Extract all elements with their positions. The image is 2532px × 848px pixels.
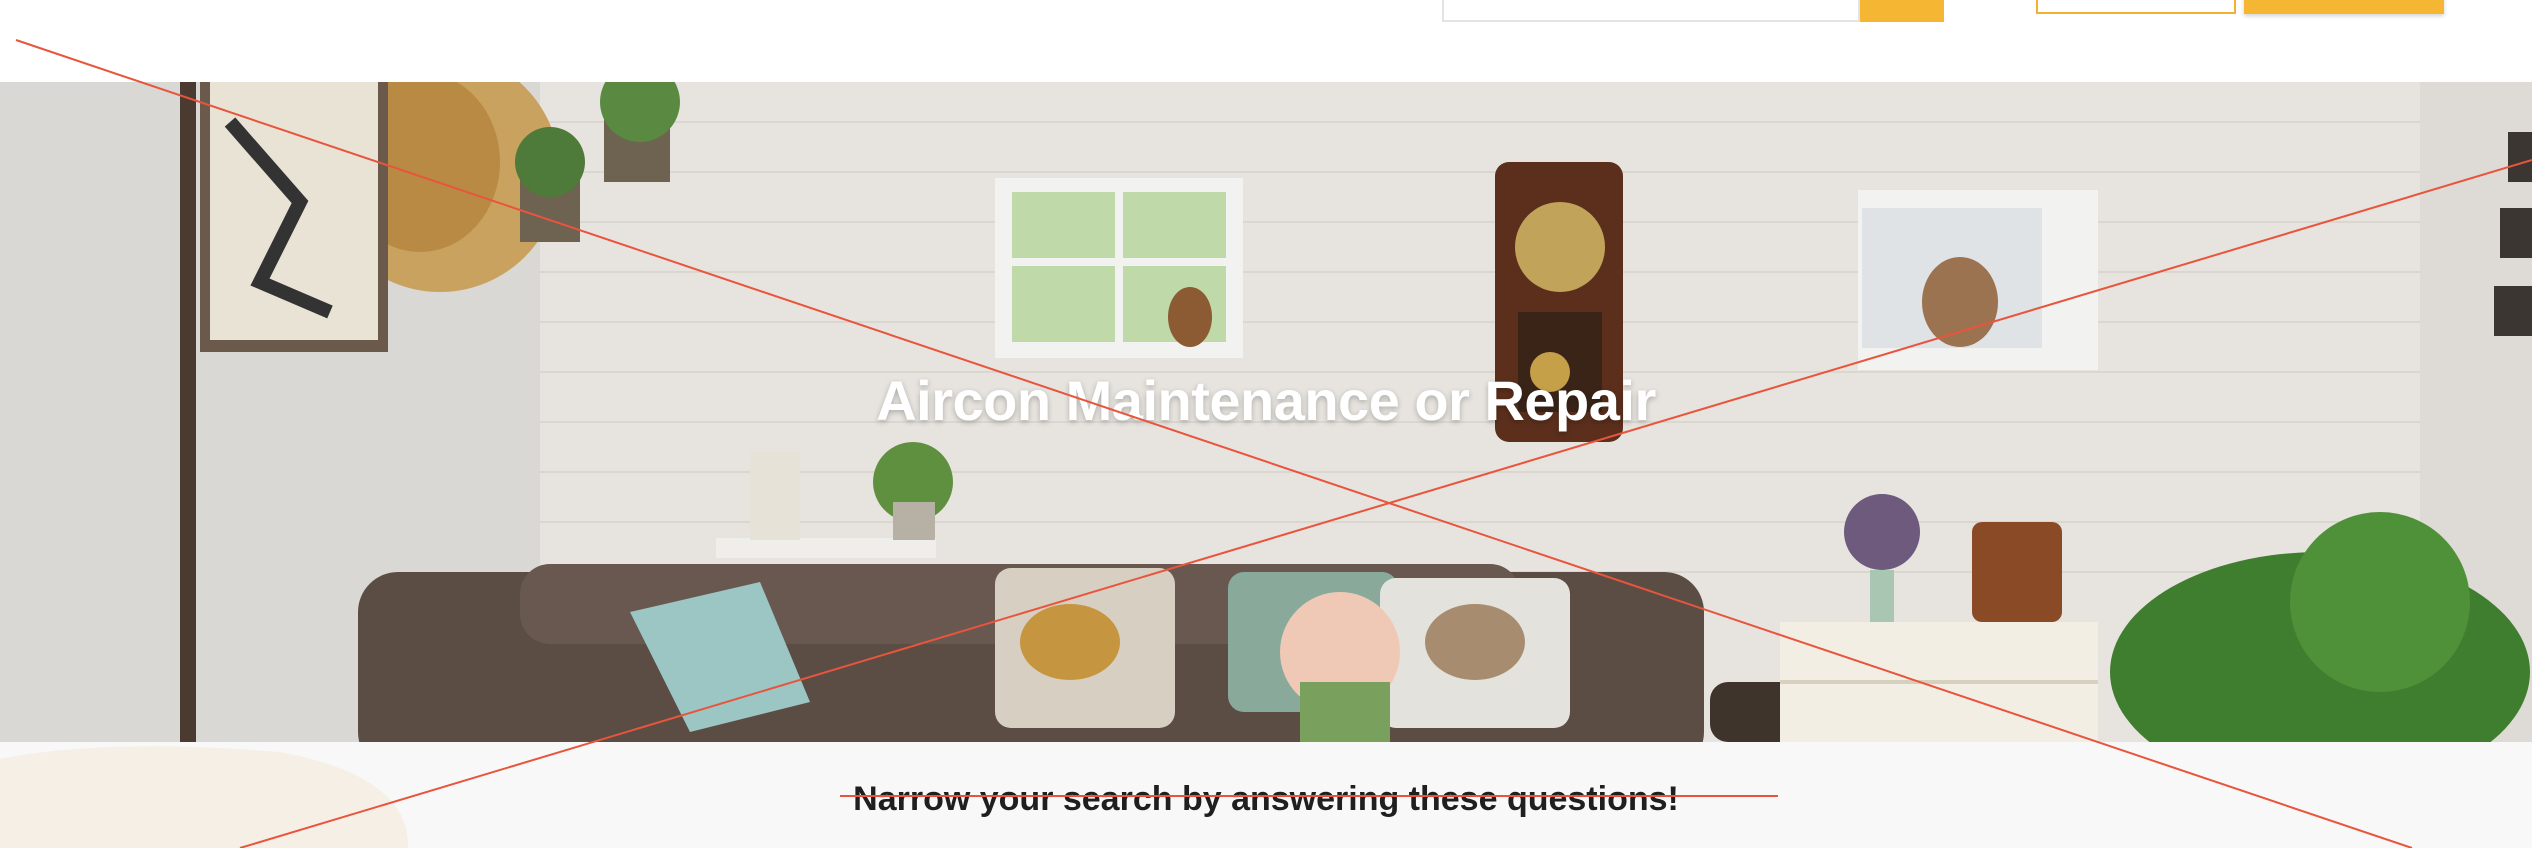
top-navigation-bar <box>0 0 2532 82</box>
primary-header-button[interactable] <box>2244 0 2444 14</box>
search-button[interactable] <box>1860 0 1944 22</box>
search-bar <box>1442 0 1944 26</box>
search-input[interactable] <box>1442 0 1860 22</box>
hero-banner: Aircon Maintenance or Repair <box>0 82 2532 742</box>
questions-section: Narrow your search by answering these qu… <box>0 742 2532 848</box>
secondary-header-button[interactable] <box>2036 0 2236 14</box>
hero-title: Aircon Maintenance or Repair <box>876 369 1656 432</box>
questions-heading: Narrow your search by answering these qu… <box>853 780 1679 818</box>
